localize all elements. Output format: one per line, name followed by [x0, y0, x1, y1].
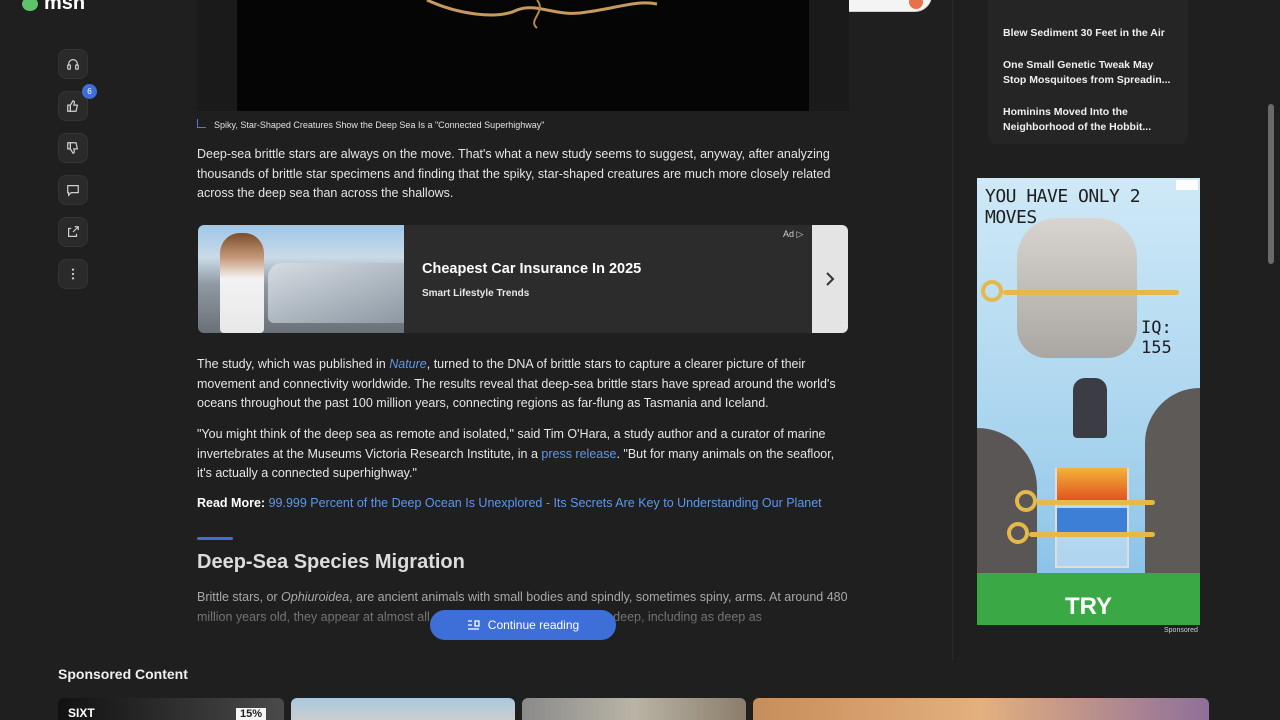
logo-text: msn: [44, 0, 86, 14]
ad-image[interactable]: [198, 225, 404, 333]
msn-logo[interactable]: msn: [22, 0, 85, 15]
display-ad-game[interactable]: YOU HAVE ONLY 2 MOVES IQ: 155 TRY: [977, 178, 1200, 625]
game-ad-hand: [1017, 218, 1137, 358]
ad-title[interactable]: Cheapest Car Insurance In 2025: [422, 261, 641, 277]
reader-icon: [467, 619, 480, 630]
like-count-badge: 6: [82, 84, 97, 99]
article-action-rail: 6: [58, 49, 97, 301]
press-release-link[interactable]: press release: [541, 447, 616, 461]
sponsored-label: Sponsored: [1164, 627, 1198, 634]
thumbs-down-icon: [67, 142, 79, 154]
image-caption: Spiky, Star-Shaped Creatures Show the De…: [197, 118, 545, 130]
nature-link-text: Nature: [389, 357, 427, 371]
caption-text: Spiky, Star-Shaped Creatures Show the De…: [214, 120, 545, 130]
game-pin-ring-low: [1007, 522, 1029, 544]
section-heading: Deep-Sea Species Migration: [197, 551, 465, 573]
brittle-star-illustration: [426, 0, 658, 29]
game-try-button[interactable]: TRY: [977, 593, 1200, 621]
chevron-right-icon: [826, 272, 835, 286]
related-news-card: Blew Sediment 30 Feet in the Air One Sma…: [988, 0, 1188, 144]
news-item-1[interactable]: Blew Sediment 30 Feet in the Air: [1003, 26, 1178, 41]
comment-icon: [67, 185, 79, 197]
game-pin-mid: [1037, 500, 1155, 505]
adchoices-icon[interactable]: ▷: [797, 229, 804, 239]
game-pin-low: [1029, 532, 1155, 537]
paragraph-2-text: The study, which was published in: [197, 357, 390, 371]
thumbs-up-icon: [67, 100, 79, 112]
continue-reading-button[interactable]: Continue reading: [430, 610, 616, 640]
sidebar-divider: [952, 0, 953, 660]
section-accent-bar: [197, 537, 233, 540]
native-ad-card[interactable]: Cheapest Car Insurance In 2025 Smart Lif…: [198, 225, 848, 333]
read-more: Read More: 99.999 Percent of the Deep Oc…: [197, 496, 822, 510]
comment-button[interactable]: [58, 175, 88, 205]
ad-label-text: Ad: [783, 229, 795, 239]
sponsored-thumb-4[interactable]: [753, 698, 1209, 720]
like-button[interactable]: 6: [58, 84, 97, 121]
read-more-link[interactable]: 99.999 Percent of the Deep Ocean Is Unex…: [269, 496, 822, 510]
hero-image[interactable]: [197, 0, 849, 111]
paragraph-3: "You might think of the deep sea as remo…: [197, 425, 849, 484]
share-icon: [68, 226, 79, 237]
sponsored-thumb-1[interactable]: SIXT 15%: [58, 698, 284, 720]
scrollbar-thumb[interactable]: [1268, 104, 1274, 264]
listen-button[interactable]: [58, 49, 88, 79]
msn-logo-icon: [22, 0, 38, 11]
caption-marker: [197, 118, 206, 128]
read-more-label: Read More:: [197, 496, 266, 510]
game-pin-top: [1003, 290, 1179, 295]
continue-reading-label: Continue reading: [487, 618, 580, 632]
game-rock-right: [1145, 388, 1200, 588]
dislike-button[interactable]: [58, 133, 88, 163]
discount-badge: 15%: [235, 708, 266, 720]
sponsored-thumb-2[interactable]: [291, 698, 515, 720]
bing-icon[interactable]: [909, 0, 923, 9]
ad-next-button[interactable]: [812, 225, 848, 333]
headphones-icon: [67, 59, 79, 70]
paragraph-1: Deep-sea brittle stars are always on the…: [197, 147, 831, 200]
sponsored-thumb-3[interactable]: [522, 698, 746, 720]
news-item-2[interactable]: One Small Genetic Tweak May Stop Mosquit…: [1003, 58, 1178, 88]
page-scrollbar[interactable]: [1266, 0, 1276, 720]
paragraph-2: The study, which was published in Nature…: [197, 355, 849, 414]
game-lava: [1057, 468, 1127, 502]
game-tube: [1055, 468, 1129, 568]
game-ad-iq: IQ: 155: [1141, 318, 1172, 358]
nature-link[interactable]: Nature: [389, 357, 427, 371]
game-pin-ring-mid: [1015, 490, 1037, 512]
more-vertical-icon: [71, 268, 75, 280]
hero-image-frame: [237, 0, 809, 111]
more-options-button[interactable]: [58, 259, 88, 289]
ad-source: Smart Lifestyle Trends: [422, 288, 530, 299]
sponsored-content-title: Sponsored Content: [58, 666, 188, 682]
game-water: [1057, 508, 1127, 532]
ad-image-person: [220, 233, 264, 333]
sixt-logo: SIXT: [68, 706, 95, 720]
ad-image-car: [268, 263, 404, 323]
game-character: [1073, 378, 1107, 438]
game-pin-ring-top: [981, 280, 1003, 302]
news-item-3[interactable]: Hominins Moved Into the Neighborhood of …: [1003, 105, 1178, 135]
share-button[interactable]: [58, 217, 88, 247]
ad-label[interactable]: Ad ▷: [783, 229, 803, 240]
